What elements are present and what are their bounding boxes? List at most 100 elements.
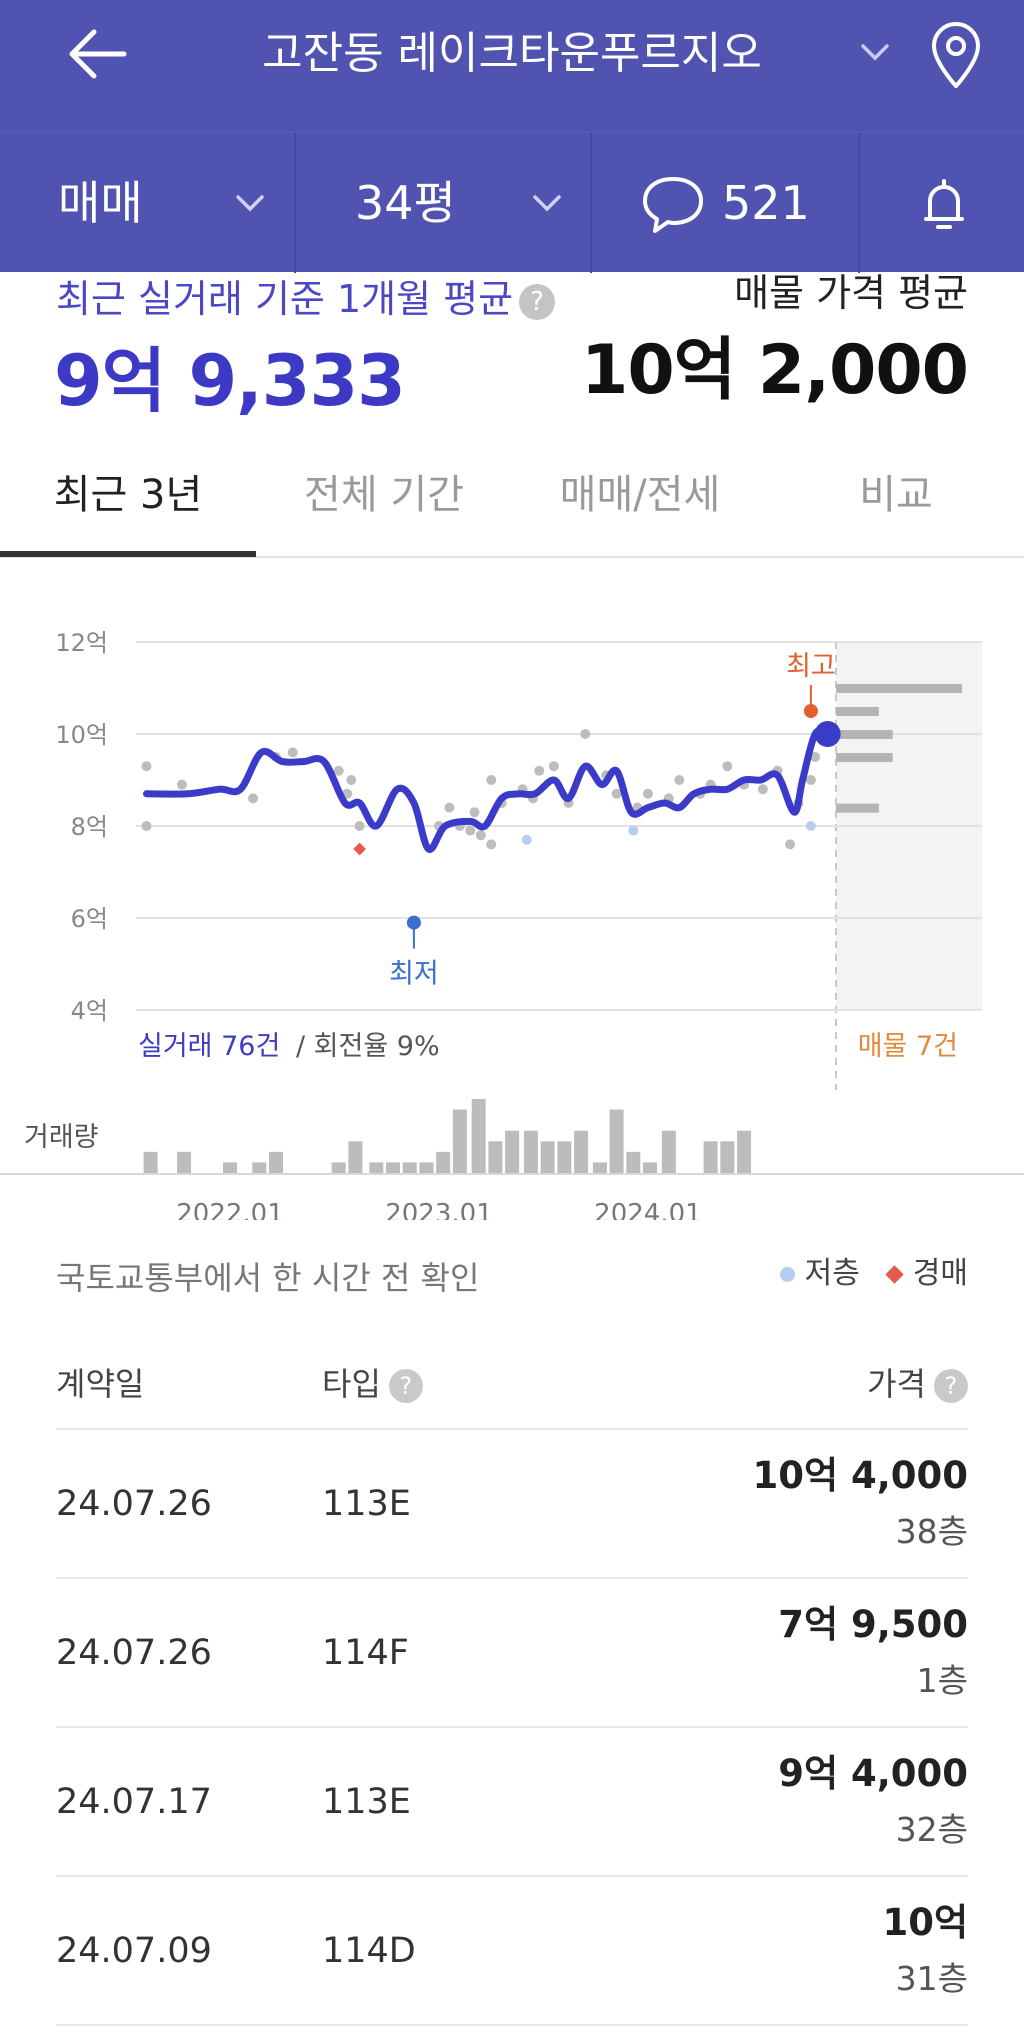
tab-compare[interactable]: 비교 <box>768 450 1024 556</box>
listing-price-bar <box>836 730 893 739</box>
low-floor-point <box>628 825 639 836</box>
volume-bar <box>386 1162 401 1173</box>
listing-count-label: 매물 7건 <box>858 1031 958 1062</box>
volume-bar <box>574 1130 589 1173</box>
help-icon[interactable]: ? <box>519 283 556 320</box>
listing-average-value: 10억 2,000 <box>581 331 969 410</box>
transaction-point <box>141 821 152 831</box>
low-floor-legend-label: 저층 <box>804 1256 860 1291</box>
volume-bar <box>419 1162 434 1173</box>
volume-bar <box>252 1162 267 1173</box>
filter-divider <box>590 133 592 273</box>
volume-bar <box>592 1162 607 1173</box>
auction-legend-marker <box>885 1265 904 1284</box>
transaction-point <box>642 788 653 799</box>
volume-bar <box>348 1141 363 1173</box>
volume-bar <box>269 1151 283 1173</box>
transaction-point <box>722 761 733 772</box>
chevron-down-icon[interactable] <box>855 30 895 74</box>
comment-count[interactable]: 521 <box>722 133 810 273</box>
speech-bubble-icon[interactable] <box>640 173 706 235</box>
transaction-point <box>444 802 455 813</box>
transaction-point <box>469 807 480 818</box>
table-row[interactable]: 24.07.09 114D 10억 31층 <box>56 1877 968 2026</box>
transaction-point <box>580 729 591 739</box>
price-help-icon[interactable]: ? <box>934 1369 968 1403</box>
table-row[interactable]: 24.07.26 113E 10억 4,000 38층 <box>56 1430 968 1579</box>
size-select[interactable]: 34평 <box>355 133 456 273</box>
transaction-point <box>465 825 476 836</box>
volume-bar <box>609 1109 624 1173</box>
price-trend-line <box>142 727 832 853</box>
volume-bar <box>505 1130 520 1173</box>
period-tabs: 최근 3년 전체 기간 매매/전세 비교 <box>0 450 1024 558</box>
filter-divider <box>294 133 296 273</box>
volume-bar <box>661 1130 676 1173</box>
volume-bar <box>143 1151 158 1173</box>
volume-bar <box>703 1141 718 1173</box>
app-header: 고잔동 레이크타운푸르지오 <box>0 0 1024 132</box>
y-tick-label: 8억 <box>71 813 108 841</box>
auction-legend-label: 경매 <box>912 1256 968 1291</box>
transaction-point <box>354 821 365 831</box>
table-row[interactable]: 24.07.26 114F 7억 9,500 1층 <box>56 1579 968 1728</box>
transaction-point <box>176 779 187 790</box>
deal-price: 9억 4,000 <box>778 1752 968 1795</box>
transaction-point <box>548 761 559 772</box>
volume-bar <box>488 1141 503 1173</box>
transaction-count-label: 실거래 76건 <box>138 1031 280 1062</box>
transaction-point <box>805 775 816 785</box>
volume-bar <box>471 1099 486 1173</box>
volume-label: 거래량 <box>24 1122 99 1153</box>
volume-bar <box>177 1151 192 1173</box>
price-chart[interactable]: 12억 10억 8억 6억 4억 최저 최고실거래 76건 / 회전율 9% 매물 7건거래량 2… <box>0 560 1024 1220</box>
y-tick-label: 6억 <box>71 905 108 933</box>
volume-bar <box>223 1162 238 1173</box>
transaction-point <box>346 775 357 785</box>
listing-price-bar <box>836 707 879 716</box>
volume-bar <box>523 1130 538 1173</box>
trade-type-select[interactable]: 매매 <box>58 133 143 273</box>
trade-type-chevron-icon[interactable] <box>230 181 270 225</box>
low-floor-point <box>805 821 816 831</box>
unit-type: 114F <box>322 1633 409 1673</box>
y-tick-label: 10억 <box>55 721 108 749</box>
map-pin-icon[interactable] <box>926 20 986 92</box>
type-help-icon[interactable]: ? <box>388 1369 423 1403</box>
contract-date: 24.07.26 <box>56 1484 212 1524</box>
unit-type: 114D <box>322 1931 416 1971</box>
min-marker-label: 최저 <box>389 959 439 990</box>
recent-average-label: 최근 실거래 기준 1개월 평균? <box>56 272 556 326</box>
tab-recent-3-years[interactable]: 최근 3년 <box>0 450 256 556</box>
table-row[interactable]: 24.07.17 113E 9억 4,000 32층 <box>56 1728 968 1877</box>
tab-sale-jeonse[interactable]: 매매/전세 <box>512 450 768 556</box>
listing-average-label: 매물 가격 평균 <box>734 271 968 315</box>
table-header: 계약일 타입? 가격? <box>56 1340 968 1430</box>
transaction-point <box>248 793 259 804</box>
current-price-marker <box>814 721 841 747</box>
volume-bar <box>369 1162 384 1173</box>
volume-bar <box>436 1151 451 1173</box>
y-tick-label: 4억 <box>71 997 108 1025</box>
column-header-date: 계약일 <box>56 1365 145 1403</box>
unit-type: 113E <box>322 1782 411 1822</box>
data-source-note: 국토교통부에서 한 시간 전 확인 <box>56 1259 480 1297</box>
transaction-point <box>785 839 796 850</box>
floor: 32층 <box>895 1810 968 1849</box>
contract-date: 24.07.26 <box>56 1633 212 1673</box>
tab-all-period[interactable]: 전체 기간 <box>256 450 512 556</box>
bell-icon[interactable] <box>914 173 974 237</box>
volume-bar <box>626 1151 641 1173</box>
listing-price-bar <box>836 753 893 762</box>
deal-price: 7억 9,500 <box>778 1603 968 1646</box>
size-chevron-icon[interactable] <box>527 181 567 225</box>
floor: 38층 <box>895 1512 968 1551</box>
low-floor-legend-marker <box>779 1267 795 1282</box>
filter-divider <box>858 133 860 273</box>
volume-bar <box>720 1141 735 1173</box>
column-header-price: 가격? <box>867 1364 968 1404</box>
max-marker-point <box>803 704 818 718</box>
volume-bar <box>540 1141 555 1173</box>
active-tab-indicator <box>0 551 256 557</box>
min-marker-point <box>406 915 421 930</box>
